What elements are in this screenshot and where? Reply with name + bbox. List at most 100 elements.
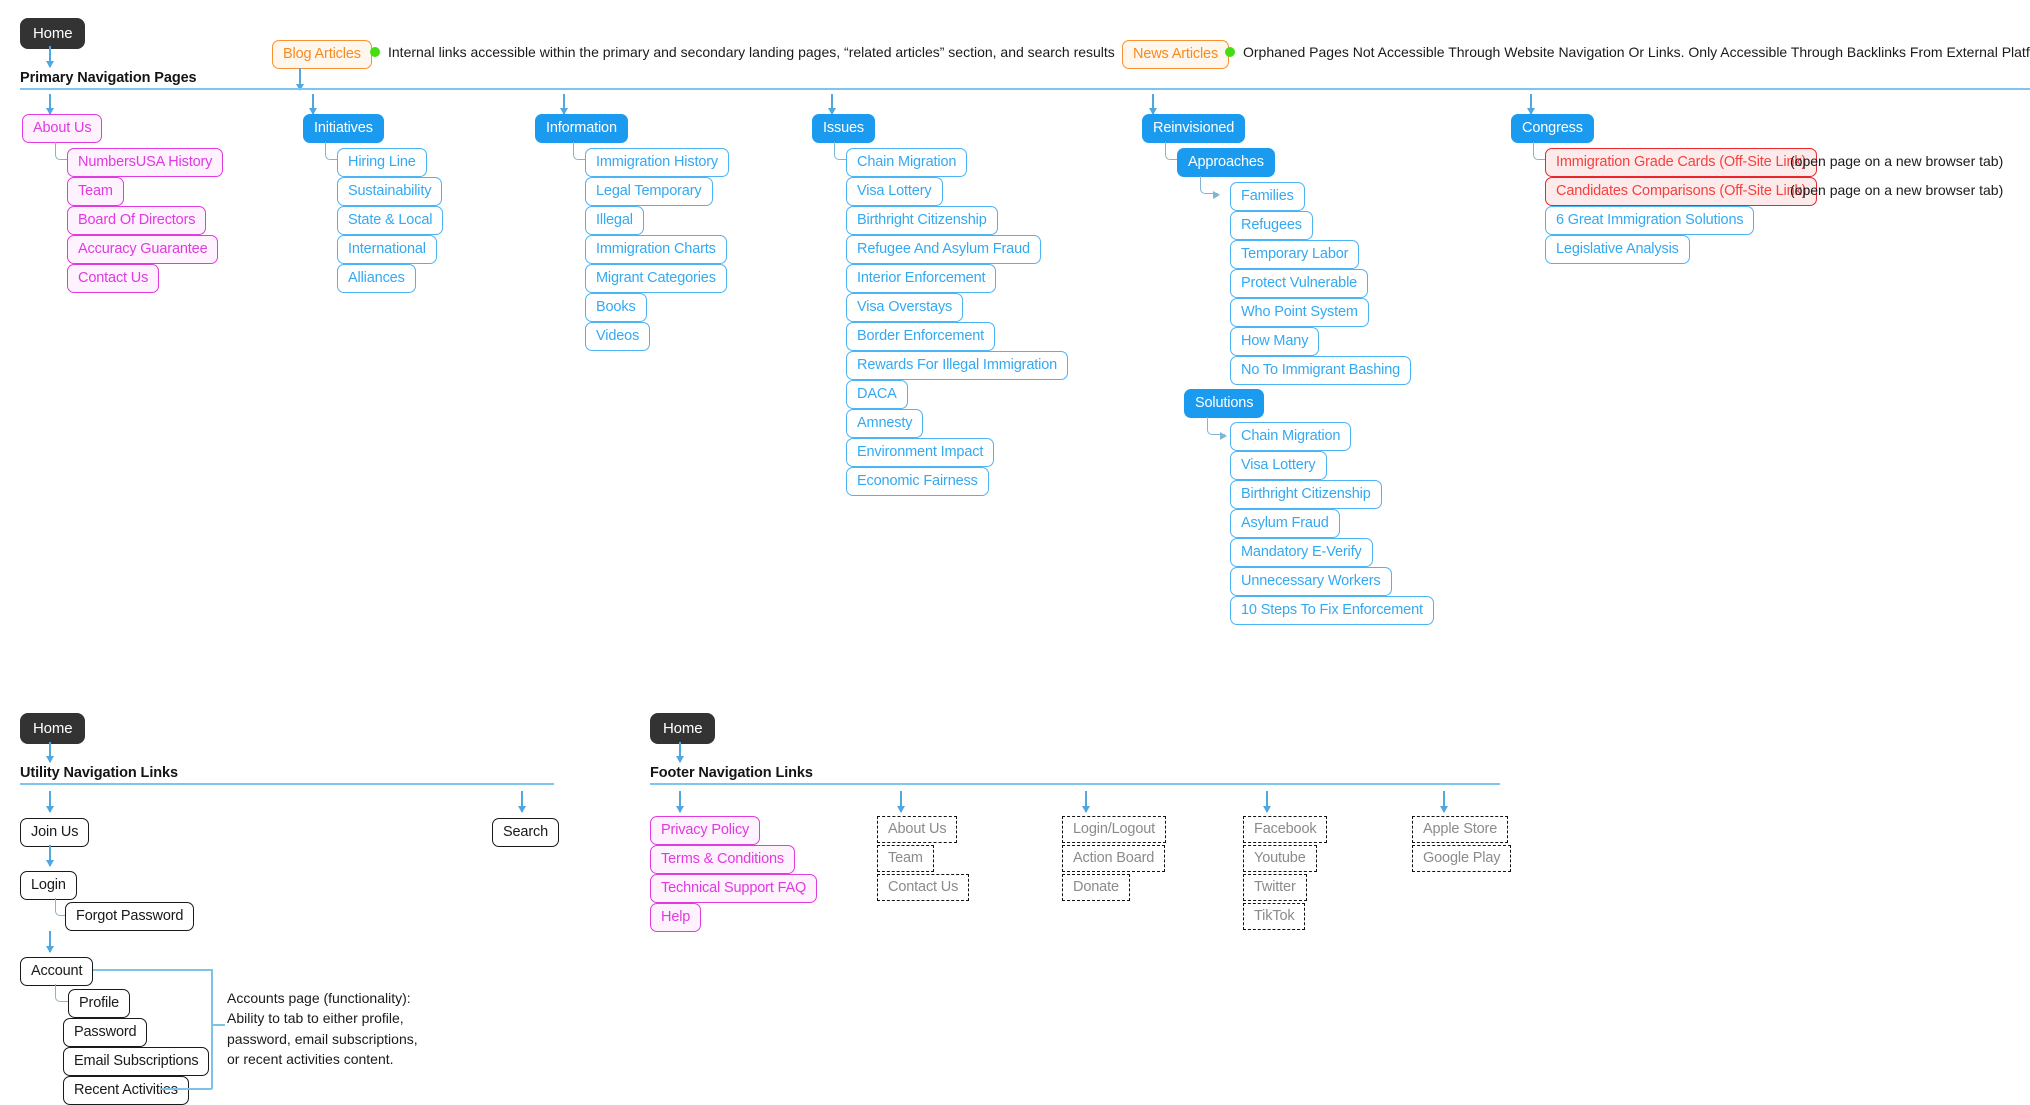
node-solutions-mandatory-everify[interactable]: Mandatory E-Verify [1230, 538, 1373, 567]
primary-root-information[interactable]: Information [535, 114, 628, 143]
node-rewards-for-illegal-immigration[interactable]: Rewards For Illegal Immigration [846, 351, 1069, 380]
home-node-utility[interactable]: Home [20, 713, 86, 744]
elbow-solutions [1207, 417, 1227, 440]
node-email-subscriptions[interactable]: Email Subscriptions [63, 1047, 210, 1076]
arrow-to-footer-legal [679, 791, 681, 812]
node-visa-lottery[interactable]: Visa Lottery [846, 177, 943, 206]
node-recent-activities[interactable]: Recent Activities [63, 1076, 189, 1105]
node-legal-temporary[interactable]: Legal Temporary [585, 177, 713, 206]
node-join-us[interactable]: Join Us [20, 818, 90, 847]
node-immigration-charts[interactable]: Immigration Charts [585, 235, 727, 264]
arrow-to-footer-company [900, 791, 902, 812]
node-legislative-analysis[interactable]: Legislative Analysis [1545, 235, 1690, 264]
footer-node-terms-and-conditions[interactable]: Terms & Conditions [650, 845, 796, 874]
footer-node-donate[interactable]: Donate [1062, 874, 1130, 901]
node-accuracy-guarantee[interactable]: Accuracy Guarantee [67, 235, 219, 264]
node-chain-migration[interactable]: Chain Migration [846, 148, 968, 177]
node-how-many[interactable]: How Many [1230, 327, 1320, 356]
node-economic-fairness[interactable]: Economic Fairness [846, 467, 989, 496]
node-sustainability[interactable]: Sustainability [337, 177, 443, 206]
primary-root-initiatives[interactable]: Initiatives [303, 114, 384, 143]
node-team[interactable]: Team [67, 177, 124, 206]
node-illegal[interactable]: Illegal [585, 206, 644, 235]
node-solutions-10-steps-to-fix-enforcement[interactable]: 10 Steps To Fix Enforcement [1230, 596, 1434, 625]
footer-node-team[interactable]: Team [877, 845, 934, 872]
node-interior-enforcement[interactable]: Interior Enforcement [846, 264, 997, 293]
footer-node-contact-us[interactable]: Contact Us [877, 874, 970, 901]
footer-node-google-play[interactable]: Google Play [1412, 845, 1512, 872]
node-solutions-asylum-fraud[interactable]: Asylum Fraud [1230, 509, 1340, 538]
arrow-home-to-footer [679, 742, 681, 762]
home-node-top[interactable]: Home [20, 18, 86, 49]
node-password[interactable]: Password [63, 1018, 148, 1047]
footer-node-tiktok[interactable]: TikTok [1243, 903, 1306, 930]
node-temporary-labor[interactable]: Temporary Labor [1230, 240, 1360, 269]
primary-root-about-us[interactable]: About Us [22, 114, 103, 143]
arrow-to-search [521, 791, 523, 812]
node-daca[interactable]: DACA [846, 380, 908, 409]
node-books[interactable]: Books [585, 293, 647, 322]
node-solutions-birthright-citizenship[interactable]: Birthright Citizenship [1230, 480, 1382, 509]
legend-chip-blog-articles[interactable]: Blog Articles [272, 40, 372, 69]
node-border-enforcement[interactable]: Border Enforcement [846, 322, 996, 351]
arrow-to-join-us [49, 791, 51, 812]
arrow-to-congress [1530, 94, 1532, 114]
arrow-to-initiatives [312, 94, 314, 114]
footer-node-about-us[interactable]: About Us [877, 816, 958, 843]
node-birthright-citizenship[interactable]: Birthright Citizenship [846, 206, 998, 235]
arrow-to-footer-account-actions [1085, 791, 1087, 812]
node-forgot-password[interactable]: Forgot Password [65, 902, 195, 931]
arrow-join-us-to-login [49, 845, 51, 866]
sitemap-diagram: Home Blog Articles Internal links access… [0, 0, 2030, 1105]
home-node-footer[interactable]: Home [650, 713, 716, 744]
footer-node-twitter[interactable]: Twitter [1243, 874, 1307, 901]
node-migrant-categories[interactable]: Migrant Categories [585, 264, 727, 293]
node-6-great-immigration-solutions[interactable]: 6 Great Immigration Solutions [1545, 206, 1755, 235]
primary-root-reinvisioned[interactable]: Reinvisioned [1142, 114, 1246, 143]
node-families[interactable]: Families [1230, 182, 1305, 211]
primary-subroot-solutions[interactable]: Solutions [1184, 389, 1265, 418]
node-profile[interactable]: Profile [68, 989, 131, 1018]
footer-node-apple-store[interactable]: Apple Store [1412, 816, 1509, 843]
footer-node-action-board[interactable]: Action Board [1062, 845, 1166, 872]
node-videos[interactable]: Videos [585, 322, 651, 351]
node-board-of-directors[interactable]: Board Of Directors [67, 206, 207, 235]
node-contact-us[interactable]: Contact Us [67, 264, 160, 293]
node-search[interactable]: Search [492, 818, 560, 847]
footer-node-help[interactable]: Help [650, 903, 702, 932]
node-login[interactable]: Login [20, 871, 77, 900]
node-alliances[interactable]: Alliances [337, 264, 416, 293]
node-immigration-grade-cards[interactable]: Immigration Grade Cards (Off-Site Link) [1545, 148, 1818, 177]
node-who-point-system[interactable]: Who Point System [1230, 298, 1369, 327]
green-dot-icon [370, 47, 380, 57]
node-protect-vulnerable[interactable]: Protect Vulnerable [1230, 269, 1369, 298]
footer-node-youtube[interactable]: Youtube [1243, 845, 1317, 872]
arrow-home-to-utility [49, 742, 51, 762]
legend-chip-news-articles[interactable]: News Articles [1122, 40, 1230, 69]
node-refugee-and-asylum-fraud[interactable]: Refugee And Asylum Fraud [846, 235, 1041, 264]
elbow-approaches [1200, 176, 1220, 199]
footer-node-technical-support-faq[interactable]: Technical Support FAQ [650, 874, 818, 903]
node-solutions-chain-migration[interactable]: Chain Migration [1230, 422, 1352, 451]
node-numbersusa-history[interactable]: NumbersUSA History [67, 148, 224, 177]
node-refugees[interactable]: Refugees [1230, 211, 1313, 240]
node-state-and-local[interactable]: State & Local [337, 206, 444, 235]
footer-node-login-logout[interactable]: Login/Logout [1062, 816, 1167, 843]
primary-subroot-approaches[interactable]: Approaches [1177, 148, 1275, 177]
footer-node-facebook[interactable]: Facebook [1243, 816, 1328, 843]
arrow-to-about-us [49, 94, 51, 114]
primary-root-congress[interactable]: Congress [1511, 114, 1594, 143]
primary-root-issues[interactable]: Issues [812, 114, 876, 143]
node-international[interactable]: International [337, 235, 437, 264]
node-solutions-visa-lottery[interactable]: Visa Lottery [1230, 451, 1327, 480]
node-candidates-comparisons[interactable]: Candidates Comparisons (Off-Site Link) [1545, 177, 1818, 206]
node-visa-overstays[interactable]: Visa Overstays [846, 293, 964, 322]
node-environment-impact[interactable]: Environment Impact [846, 438, 995, 467]
node-amnesty[interactable]: Amnesty [846, 409, 924, 438]
node-account[interactable]: Account [20, 957, 94, 986]
node-hiring-line[interactable]: Hiring Line [337, 148, 427, 177]
footer-node-privacy-policy[interactable]: Privacy Policy [650, 816, 761, 845]
node-immigration-history[interactable]: Immigration History [585, 148, 730, 177]
node-no-to-immigrant-bashing[interactable]: No To Immigrant Bashing [1230, 356, 1412, 385]
node-solutions-unnecessary-workers[interactable]: Unnecessary Workers [1230, 567, 1392, 596]
